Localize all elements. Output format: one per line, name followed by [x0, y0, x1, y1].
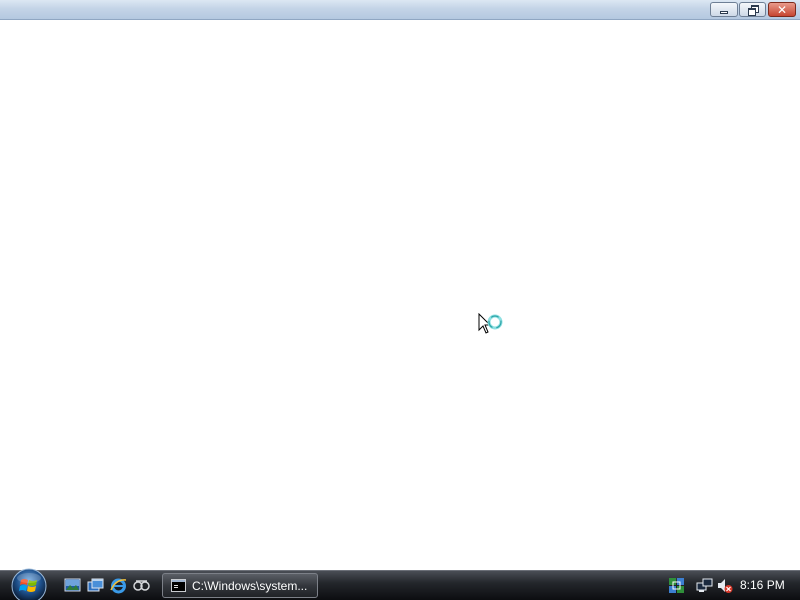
minimize-button[interactable] [710, 2, 738, 17]
close-icon: ✕ [776, 2, 788, 17]
network-icon[interactable] [696, 577, 713, 594]
show-desktop-icon[interactable] [64, 577, 81, 594]
restore-button[interactable] [739, 2, 766, 17]
window-content-area[interactable] [0, 20, 800, 570]
taskbar-button-command-prompt[interactable]: C:\Windows\system... [162, 573, 318, 598]
taskbar-button-label: C:\Windows\system... [192, 578, 308, 593]
volume-muted-icon[interactable] [716, 577, 733, 594]
taskbar: C:\Windows\system... 8:16 PM [0, 567, 800, 600]
windows-start-orb-icon[interactable] [8, 567, 50, 600]
internet-explorer-icon[interactable] [110, 577, 127, 594]
window-title-bar[interactable]: ✕ [0, 0, 800, 20]
minimize-icon [720, 10, 728, 14]
close-button[interactable]: ✕ [768, 2, 796, 17]
restore-icon [747, 5, 759, 16]
busy-pointer-icon [478, 313, 503, 334]
system-clock[interactable]: 8:16 PM [740, 578, 785, 592]
switch-windows-icon[interactable] [87, 577, 104, 594]
network-status-icon[interactable] [668, 577, 685, 594]
media-icon[interactable] [133, 577, 150, 594]
command-prompt-icon [171, 579, 186, 592]
